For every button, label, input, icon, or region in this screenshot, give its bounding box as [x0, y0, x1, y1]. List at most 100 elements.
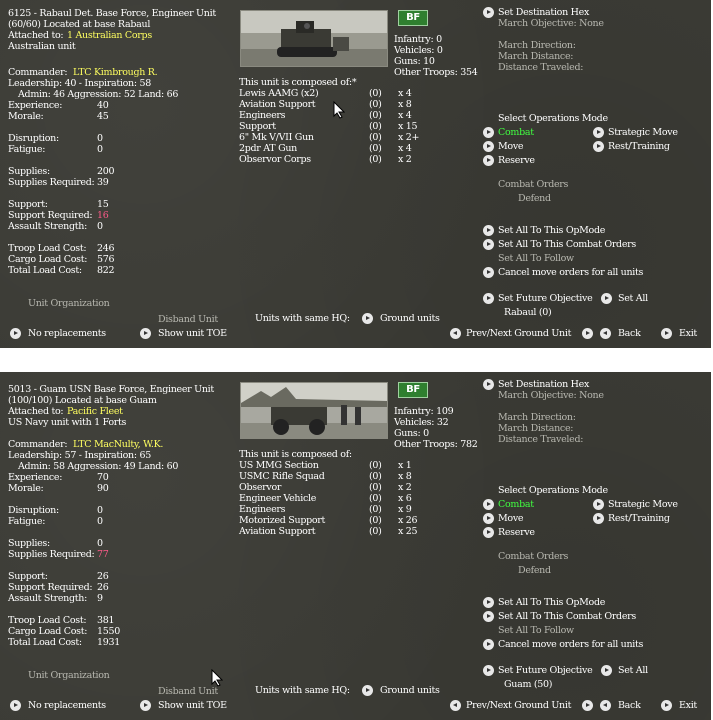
unit-organization-label[interactable]: Unit Organization: [28, 670, 110, 681]
strategic-move-label[interactable]: Strategic Move: [608, 127, 678, 138]
rest-training-label[interactable]: Rest/Training: [608, 513, 670, 524]
move-mode-button[interactable]: [483, 513, 494, 524]
attached-hq-link[interactable]: 1 Australian Corps: [67, 30, 152, 41]
cancel-move-orders-button[interactable]: [483, 267, 494, 278]
show-toe-label[interactable]: Show unit TOE: [158, 328, 227, 339]
combat-orders-value[interactable]: Defend: [518, 193, 551, 204]
set-all-combat-orders-button[interactable]: [483, 239, 494, 250]
move-mode-button[interactable]: [483, 141, 494, 152]
set-destination-button[interactable]: [483, 7, 494, 18]
cancel-move-orders-label[interactable]: Cancel move orders for all units: [498, 267, 643, 278]
strategic-move-button[interactable]: [593, 127, 604, 138]
device-name[interactable]: Lewis AAMG (x2): [239, 88, 319, 99]
set-future-objective-button[interactable]: [483, 665, 494, 676]
set-destination-button[interactable]: [483, 379, 494, 390]
cancel-move-orders-button[interactable]: [483, 639, 494, 650]
ground-units-label[interactable]: Ground units: [380, 313, 440, 324]
next-unit-button[interactable]: [582, 328, 593, 339]
show-toe-label[interactable]: Show unit TOE: [158, 700, 227, 711]
device-name[interactable]: Observor: [239, 482, 281, 493]
device-damaged: (0): [369, 526, 382, 537]
set-all-objective-button[interactable]: [601, 293, 612, 304]
stat-label: Fatigue:: [8, 516, 46, 527]
set-all-objective-label[interactable]: Set All: [618, 665, 648, 676]
device-name[interactable]: US MMG Section: [239, 460, 319, 471]
disband-unit-label[interactable]: Disband Unit: [158, 314, 218, 325]
set-all-objective-label[interactable]: Set All: [618, 293, 648, 304]
device-name[interactable]: 6" Mk V/VII Gun: [239, 132, 314, 143]
combat-mode-label[interactable]: Combat: [498, 127, 534, 138]
set-all-opmode-label[interactable]: Set All To This OpMode: [498, 225, 605, 236]
ground-units-label[interactable]: Ground units: [380, 685, 440, 696]
reserve-mode-button[interactable]: [483, 155, 494, 166]
device-name[interactable]: Aviation Support: [239, 526, 316, 537]
stat-value: 0: [97, 221, 103, 232]
device-name[interactable]: Engineers: [239, 110, 286, 121]
next-unit-button[interactable]: [582, 700, 593, 711]
ground-units-button[interactable]: [362, 313, 373, 324]
device-name[interactable]: Aviation Support: [239, 99, 316, 110]
set-all-combat-orders-button[interactable]: [483, 611, 494, 622]
device-name[interactable]: Motorized Support: [239, 515, 325, 526]
set-future-objective-label[interactable]: Set Future Objective: [498, 665, 593, 676]
attached-hq-link[interactable]: Pacific Fleet: [67, 406, 123, 417]
no-replacements-label[interactable]: No replacements: [28, 700, 106, 711]
set-future-objective-button[interactable]: [483, 293, 494, 304]
commander-name[interactable]: LTC MacNulty, W.K.: [73, 439, 163, 450]
set-destination-label[interactable]: Set Destination Hex: [498, 379, 589, 390]
device-damaged: (0): [369, 460, 382, 471]
prev-next-label[interactable]: Prev/Next Ground Unit: [466, 328, 571, 339]
show-toe-button[interactable]: [140, 700, 151, 711]
set-all-combat-orders-label[interactable]: Set All To This Combat Orders: [498, 239, 636, 250]
no-replacements-button[interactable]: [10, 328, 21, 339]
set-all-objective-button[interactable]: [601, 665, 612, 676]
rest-training-button[interactable]: [593, 141, 604, 152]
set-all-opmode-button[interactable]: [483, 597, 494, 608]
ground-units-button[interactable]: [362, 685, 373, 696]
device-name[interactable]: Engineers: [239, 504, 286, 515]
strategic-move-label[interactable]: Strategic Move: [608, 499, 678, 510]
show-toe-button[interactable]: [140, 328, 151, 339]
prev-unit-button[interactable]: [450, 700, 461, 711]
commander-name[interactable]: LTC Kimbrough R.: [73, 67, 158, 78]
summary-other-troops: Other Troops: 782: [394, 439, 478, 450]
device-count: x 4: [398, 88, 412, 99]
cancel-move-orders-label[interactable]: Cancel move orders for all units: [498, 639, 643, 650]
reserve-mode-button[interactable]: [483, 527, 494, 538]
back-button[interactable]: [600, 328, 611, 339]
disband-unit-label[interactable]: Disband Unit: [158, 686, 218, 697]
move-mode-label[interactable]: Move: [498, 141, 524, 152]
device-name[interactable]: Support: [239, 121, 276, 132]
set-future-objective-label[interactable]: Set Future Objective: [498, 293, 593, 304]
back-button[interactable]: [600, 700, 611, 711]
exit-label[interactable]: Exit: [679, 700, 697, 711]
device-name[interactable]: USMC Rifle Squad: [239, 471, 325, 482]
set-destination-label[interactable]: Set Destination Hex: [498, 7, 589, 18]
combat-mode-button[interactable]: [483, 127, 494, 138]
device-name[interactable]: Engineer Vehicle: [239, 493, 316, 504]
reserve-mode-label[interactable]: Reserve: [498, 527, 535, 538]
exit-button[interactable]: [661, 328, 672, 339]
prev-unit-button[interactable]: [450, 328, 461, 339]
prev-next-label[interactable]: Prev/Next Ground Unit: [466, 700, 571, 711]
move-mode-label[interactable]: Move: [498, 513, 524, 524]
no-replacements-label[interactable]: No replacements: [28, 328, 106, 339]
combat-mode-button[interactable]: [483, 499, 494, 510]
combat-mode-label[interactable]: Combat: [498, 499, 534, 510]
device-name[interactable]: Observor Corps: [239, 154, 311, 165]
no-replacements-button[interactable]: [10, 700, 21, 711]
strategic-move-button[interactable]: [593, 499, 604, 510]
set-all-combat-orders-label[interactable]: Set All To This Combat Orders: [498, 611, 636, 622]
reserve-mode-label[interactable]: Reserve: [498, 155, 535, 166]
back-label[interactable]: Back: [618, 328, 641, 339]
combat-orders-value[interactable]: Defend: [518, 565, 551, 576]
rest-training-button[interactable]: [593, 513, 604, 524]
set-all-opmode-button[interactable]: [483, 225, 494, 236]
set-all-opmode-label[interactable]: Set All To This OpMode: [498, 597, 605, 608]
unit-organization-label[interactable]: Unit Organization: [28, 298, 110, 309]
device-name[interactable]: 2pdr AT Gun: [239, 143, 297, 154]
exit-button[interactable]: [661, 700, 672, 711]
exit-label[interactable]: Exit: [679, 328, 697, 339]
rest-training-label[interactable]: Rest/Training: [608, 141, 670, 152]
back-label[interactable]: Back: [618, 700, 641, 711]
